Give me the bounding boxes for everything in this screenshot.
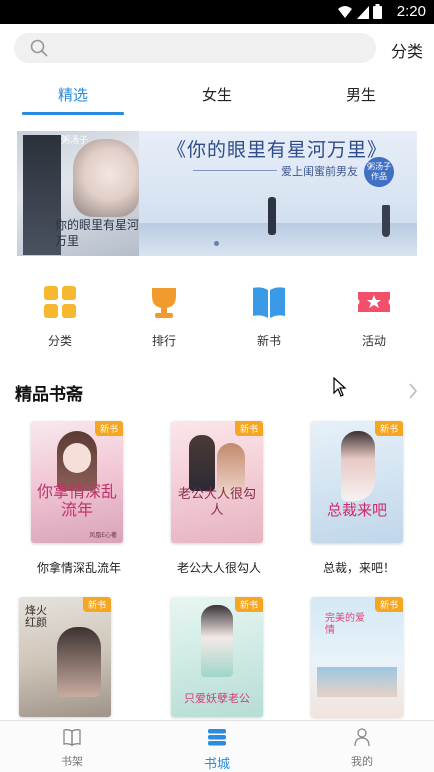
banner-cover-title: 你的眼里有星河万里 [55, 218, 140, 248]
cover-title-text: 你拿情深乱流年 [37, 482, 118, 519]
status-time: 2:20 [396, 3, 426, 20]
wifi-icon [338, 5, 352, 18]
new-book-tag: 新书 [234, 597, 263, 612]
banner-sea [139, 223, 417, 256]
section-header: 精品书斋 [0, 374, 434, 408]
book-cover: 你拿情深乱流年 凤凰E心著 新书 [31, 421, 123, 543]
tab-bar: 精选 女生 男生 [0, 76, 434, 116]
banner-figure-woman [382, 205, 390, 237]
banner-book-cover: 粥汤子 你的眼里有星河万里 [17, 131, 139, 256]
section-title: 精品书斋 [15, 385, 83, 405]
cover-title-text: 总裁来吧 [326, 501, 387, 519]
book-title: 老公大人很勾人 [176, 561, 261, 575]
cover-author: 凤凰E心著 [89, 532, 117, 539]
nav-label: 我的 [351, 755, 373, 768]
cover-title-text: 只爱妖孽老公 [184, 692, 250, 705]
quick-link-category[interactable]: 分类 [20, 282, 100, 349]
new-book-tag: 新书 [374, 421, 403, 436]
category-link[interactable]: 分类 [391, 38, 423, 62]
banner-author-badge: 粥汤子作品 [364, 157, 394, 187]
user-icon [354, 728, 370, 747]
book-open-icon [251, 284, 287, 320]
status-icons [337, 4, 382, 19]
book-card[interactable]: 完美的爱情 新书 [299, 597, 419, 717]
cover-figure-man [189, 435, 215, 491]
book-cover: 完美的爱情 新书 [311, 597, 403, 717]
book-title: 你拿情深乱流年 [36, 561, 121, 575]
status-bar: 2:20 [0, 0, 434, 24]
bottom-nav: 书架 书城 我的 [0, 720, 434, 772]
carousel-indicator [214, 241, 219, 246]
store-icon [208, 729, 226, 746]
banner-title: 《你的眼里有星河万里》 [167, 139, 388, 161]
quick-link-ranking[interactable]: 排行 [124, 282, 204, 349]
new-book-tag: 新书 [234, 421, 263, 436]
banner-subtitle: 爱上闺蜜前男友 [281, 165, 358, 178]
new-book-tag: 新书 [374, 597, 403, 612]
nav-bookshelf[interactable]: 书架 [32, 727, 112, 769]
quick-link-label: 分类 [47, 334, 72, 348]
cover-figure [57, 627, 101, 697]
quick-link-new-books[interactable]: 新书 [229, 282, 309, 349]
new-book-tag: 新书 [82, 597, 111, 612]
tab-underline [22, 112, 124, 115]
chevron-right-icon[interactable] [408, 382, 418, 400]
quick-links: 分类 排行 新书 活动 [0, 282, 434, 352]
quick-link-label: 活动 [361, 334, 386, 348]
quick-link-events[interactable]: 活动 [334, 282, 414, 349]
book-cover: 只爱妖孽老公 新书 [171, 597, 263, 717]
tab-featured[interactable]: 精选 [18, 84, 128, 105]
new-book-tag: 新书 [94, 421, 123, 436]
cover-face [63, 443, 91, 473]
nav-bookstore[interactable]: 书城 [177, 727, 257, 772]
search-input[interactable] [14, 33, 376, 63]
book-title: 总裁，来吧！ [322, 561, 395, 575]
trophy-icon [146, 284, 182, 320]
cover-title-text: 老公大人很勾人 [177, 487, 256, 518]
book-cover: 烽火红颜 新书 [19, 597, 111, 717]
banner-figure-man [268, 197, 276, 235]
banner-divider [193, 170, 277, 171]
bookshelf-icon [63, 729, 81, 747]
cover-sea [317, 667, 397, 697]
tab-male[interactable]: 男生 [306, 84, 416, 105]
banner-cover-portrait [73, 139, 139, 217]
nav-profile[interactable]: 我的 [322, 727, 402, 769]
book-card[interactable]: 烽火红颜 新书 [7, 597, 127, 717]
mouse-cursor-icon [333, 377, 347, 397]
signal-icon [357, 5, 369, 19]
banner-cover-author: 粥汤子 [61, 136, 89, 146]
ticket-star-icon [356, 284, 392, 320]
book-cover: 老公大人很勾人 新书 [171, 421, 263, 543]
quick-link-label: 排行 [151, 334, 176, 348]
nav-label: 书城 [203, 757, 230, 772]
battery-icon [373, 4, 382, 19]
cover-title-text: 烽火红颜 [25, 604, 47, 629]
quick-link-label: 新书 [256, 334, 281, 348]
book-card[interactable]: 总裁来吧 新书 总裁，来吧！ [299, 421, 419, 576]
search-row: 分类 [0, 24, 434, 72]
nav-label: 书架 [61, 755, 83, 768]
book-card[interactable]: 只爱妖孽老公 新书 [159, 597, 279, 717]
cover-figure [201, 605, 233, 677]
tab-female[interactable]: 女生 [162, 84, 272, 105]
search-icon [30, 39, 48, 57]
cover-figure [341, 431, 375, 501]
cover-title-text: 完美的爱情 [325, 613, 365, 636]
book-card[interactable]: 你拿情深乱流年 凤凰E心著 新书 你拿情深乱流年 [19, 421, 139, 576]
book-cover: 总裁来吧 新书 [311, 421, 403, 543]
banner-carousel[interactable]: 粥汤子 你的眼里有星河万里 《你的眼里有星河万里》 爱上闺蜜前男友 粥汤子作品 [17, 131, 417, 256]
book-card[interactable]: 老公大人很勾人 新书 老公大人很勾人 [159, 421, 279, 576]
grid-icon [42, 284, 78, 320]
